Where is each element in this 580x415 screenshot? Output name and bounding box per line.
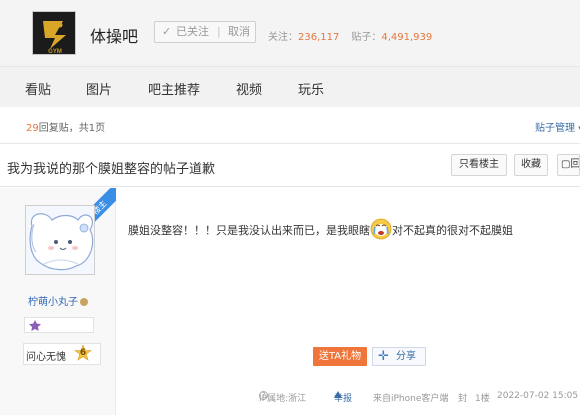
forum-header: GYM 体操吧 ✓ 已关注 | 取消 关注：236,117 贴子：4,491,93… xyxy=(0,0,580,66)
check-icon: ✓ xyxy=(162,25,172,38)
logo-text: GYM xyxy=(48,49,62,55)
follow-button[interactable]: ✓ 已关注 | 取消 xyxy=(154,21,256,43)
post-meta: IP属地:浙江 ? 举报 来自iPhone客户端 封 1楼 2022-07-02… xyxy=(0,391,580,405)
follow-separator: | xyxy=(217,25,221,38)
unfollow-button[interactable]: 取消 xyxy=(228,22,250,42)
share-label: 分享 xyxy=(396,351,416,362)
level-number: 6 xyxy=(79,348,87,358)
level-title: 问心无愧 xyxy=(26,352,66,363)
posts-count: 4,491,939 xyxy=(381,32,433,43)
send-gift-button[interactable]: 送TA礼物 xyxy=(313,347,367,366)
post-text-after: 对不起真的很对不起膜姐 xyxy=(392,224,513,237)
followers-count: 236,117 xyxy=(298,32,340,43)
crying-emoji-icon xyxy=(370,218,392,240)
reply-count: 29回复贴，共1页 xyxy=(26,119,105,134)
author-name[interactable]: 柠萌小丸子 xyxy=(28,293,88,308)
post-manage-label: 贴子管理 xyxy=(535,123,575,134)
tab-games[interactable]: 玩乐 xyxy=(298,79,324,98)
posts-label: 贴子： xyxy=(351,32,382,43)
share-plus-icon: ✛ xyxy=(378,349,389,364)
tab-videos[interactable]: 视频 xyxy=(236,79,262,98)
post-title-bar: 我为我说的那个膜姐整容的帖子道歉 只看楼主 收藏 ▢回 xyxy=(0,144,580,187)
gender-badge-icon xyxy=(80,298,88,306)
level-info[interactable]: 问心无愧 6 xyxy=(23,343,101,365)
post-content: 膜姐没整容！！！只是我没认出来而已，是我眼瞎 对不起真的很对不起膜姐 xyxy=(128,218,513,240)
author-name-text: 柠萌小丸子 xyxy=(28,297,78,308)
forum-name[interactable]: 体操吧 xyxy=(90,23,138,47)
member-badge-icon xyxy=(29,320,41,331)
reply-button[interactable]: ▢回 xyxy=(557,154,580,176)
floor-number: 1楼 xyxy=(475,394,490,404)
member-badge-box xyxy=(24,317,94,333)
client-source: 来自iPhone客户端 xyxy=(373,394,449,404)
forum-logo[interactable]: GYM xyxy=(32,11,76,55)
followers-label: 关注： xyxy=(268,32,298,43)
post-text-before: 膜姐没整容！！！只是我没认出来而已，是我眼瞎 xyxy=(128,224,370,237)
tab-images[interactable]: 图片 xyxy=(86,79,112,98)
avatar-image xyxy=(26,206,94,274)
reply-count-number: 29 xyxy=(26,123,39,134)
level-badge-icon: 6 xyxy=(74,345,92,363)
post-manage-menu[interactable]: 贴子管理 ▼ xyxy=(535,119,580,134)
only-op-button[interactable]: 只看楼主 xyxy=(451,154,507,176)
collect-button[interactable]: 收藏 xyxy=(514,154,548,176)
followed-label: 已关注 xyxy=(176,25,209,38)
reply-button-label: 回 xyxy=(570,159,580,170)
page-count-suffix: 页 xyxy=(95,123,106,134)
seal-label[interactable]: 封 xyxy=(458,391,467,404)
post-datetime: 2022-07-02 15:05 xyxy=(497,391,579,401)
tab-posts[interactable]: 看贴 xyxy=(25,79,51,98)
share-button[interactable]: ✛ 分享 xyxy=(372,347,426,366)
forum-nav: 看贴 图片 吧主推荐 视频 玩乐 xyxy=(0,66,580,107)
reply-count-suffix: 回复贴，共 xyxy=(38,123,89,134)
reply-bar: 29回复贴，共1页 贴子管理 ▼ xyxy=(0,107,580,144)
report-label: 举报 xyxy=(334,394,353,404)
avatar[interactable] xyxy=(25,205,95,275)
post-title: 我为我说的那个膜姐整容的帖子道歉 xyxy=(7,162,216,177)
help-icon[interactable]: ? xyxy=(259,391,268,400)
tab-recommended[interactable]: 吧主推荐 xyxy=(148,79,200,98)
forum-stats: 关注：236,117 贴子：4,491,939 xyxy=(268,28,432,43)
